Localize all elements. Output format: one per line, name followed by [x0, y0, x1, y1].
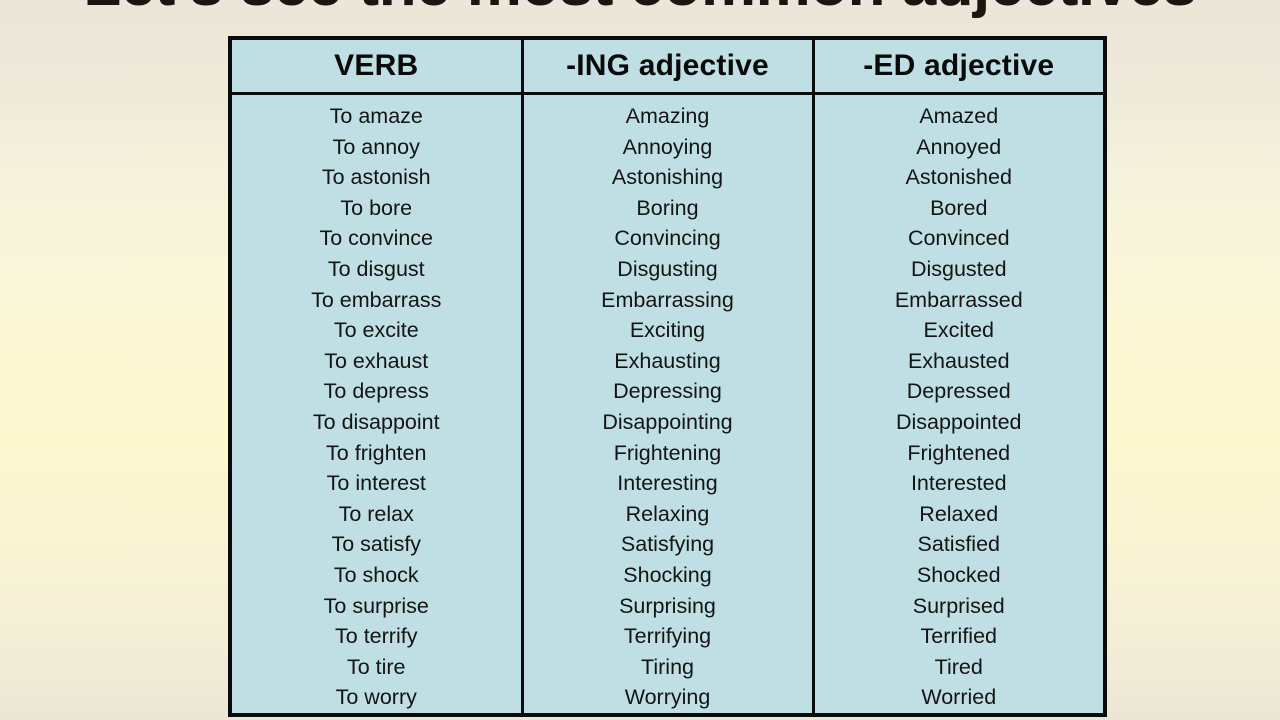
table-cell: Disappointing	[522, 406, 815, 438]
table-cell: Embarrassing	[522, 284, 815, 316]
table-cell: To interest	[230, 468, 524, 499]
table-cell: To terrify	[230, 621, 524, 652]
slide-canvas: Let's see the most common adjectives VER…	[0, 0, 1280, 720]
column-header-verb: VERB	[230, 38, 524, 95]
table-cell: Amazed	[813, 93, 1105, 132]
table-row: To interest Interesting Interested	[230, 468, 1105, 499]
table-cell: Exhausting	[522, 345, 815, 377]
table-cell: To amaze	[230, 93, 524, 132]
table-cell: Shocked	[813, 559, 1105, 591]
table-row: To disappoint Disappointing Disappointed	[230, 406, 1105, 438]
table-cell: Tiring	[522, 651, 815, 683]
table-row: To excite Exciting Excited	[230, 315, 1105, 346]
table-header-row: VERB -ING adjective -ED adjective	[230, 38, 1105, 95]
column-header-ed-adjective: -ED adjective	[813, 38, 1105, 95]
table-cell: Surprised	[813, 590, 1105, 622]
table-row: To embarrass Embarrassing Embarrassed	[230, 284, 1105, 316]
table-cell: Bored	[813, 192, 1105, 224]
table-cell: To exhaust	[230, 345, 524, 377]
table-cell: Relaxed	[813, 498, 1105, 530]
column-header-ing-adjective: -ING adjective	[522, 38, 815, 95]
table-cell: Depressed	[813, 376, 1105, 407]
table-body: To amaze Amazing Amazed To annoy Annoying Ann…	[230, 93, 1105, 715]
table-cell: To shock	[230, 559, 524, 591]
table-cell: Convincing	[522, 223, 815, 254]
table-cell: To frighten	[230, 437, 524, 469]
adjectives-table: VERB -ING adjective -ED adjective To ama…	[228, 36, 1107, 717]
table-cell: To astonish	[230, 162, 524, 193]
table-row: To terrify Terrifying Terrified	[230, 621, 1105, 652]
table-cell: Relaxing	[522, 498, 815, 530]
table-cell: Convinced	[813, 223, 1105, 254]
table-row: To relax Relaxing Relaxed	[230, 498, 1105, 530]
table-row: To shock Shocking Shocked	[230, 559, 1105, 591]
table-header: VERB -ING adjective -ED adjective	[230, 38, 1105, 95]
table-cell: Terrifying	[522, 621, 815, 652]
table-cell: Amazing	[522, 93, 815, 132]
table-cell: Disappointed	[813, 406, 1105, 438]
table-cell: Surprising	[522, 590, 815, 622]
table-cell: Excited	[813, 315, 1105, 346]
table-cell: Satisfying	[522, 529, 815, 560]
table-cell: Boring	[522, 192, 815, 224]
table-cell: Depressing	[522, 376, 815, 407]
table-row: To tire Tiring Tired	[230, 651, 1105, 683]
table-row: To worry Worrying Worried	[230, 682, 1105, 715]
table-cell: Satisfied	[813, 529, 1105, 560]
table-cell: Interesting	[522, 468, 815, 499]
table-cell: Exhausted	[813, 345, 1105, 377]
table-row: To exhaust Exhausting Exhausted	[230, 345, 1105, 377]
table-row: To frighten Frightening Frightened	[230, 437, 1105, 469]
table-row: To convince Convincing Convinced	[230, 223, 1105, 254]
table-row: To surprise Surprising Surprised	[230, 590, 1105, 622]
table-cell: Worrying	[522, 682, 815, 715]
table-cell: To depress	[230, 376, 524, 407]
table-cell: Frightened	[813, 437, 1105, 469]
table-row: To astonish Astonishing Astonished	[230, 162, 1105, 193]
table-cell: Exciting	[522, 315, 815, 346]
table-cell: Disgusted	[813, 253, 1105, 285]
table-cell: To excite	[230, 315, 524, 346]
table-cell: To convince	[230, 223, 524, 254]
table-row: To bore Boring Bored	[230, 192, 1105, 224]
table-row: To satisfy Satisfying Satisfied	[230, 529, 1105, 560]
table-cell: To relax	[230, 498, 524, 530]
table-cell: Annoyed	[813, 131, 1105, 163]
table-cell: To embarrass	[230, 284, 524, 316]
table-cell: To disappoint	[230, 406, 524, 438]
table-cell: To annoy	[230, 131, 524, 163]
slide-title: Let's see the most common adjectives	[0, 0, 1280, 16]
table-cell: To worry	[230, 682, 524, 715]
table-cell: To surprise	[230, 590, 524, 622]
table-cell: Astonishing	[522, 162, 815, 193]
table-cell: Embarrassed	[813, 284, 1105, 316]
table-cell: Shocking	[522, 559, 815, 591]
table-cell: Tired	[813, 651, 1105, 683]
table-cell: To bore	[230, 192, 524, 224]
table-cell: Astonished	[813, 162, 1105, 193]
table-cell: To satisfy	[230, 529, 524, 560]
table-row: To depress Depressing Depressed	[230, 376, 1105, 407]
table-cell: Frightening	[522, 437, 815, 469]
table-cell: To disgust	[230, 253, 524, 285]
slide-title-clip: Let's see the most common adjectives	[0, 0, 1280, 22]
table-row: To amaze Amazing Amazed	[230, 93, 1105, 132]
table-row: To disgust Disgusting Disgusted	[230, 253, 1105, 285]
table-cell: Interested	[813, 468, 1105, 499]
table-cell: Terrified	[813, 621, 1105, 652]
table-cell: Annoying	[522, 131, 815, 163]
table-row: To annoy Annoying Annoyed	[230, 131, 1105, 163]
table-cell: Worried	[813, 682, 1105, 715]
table-cell: To tire	[230, 651, 524, 683]
table-cell: Disgusting	[522, 253, 815, 285]
